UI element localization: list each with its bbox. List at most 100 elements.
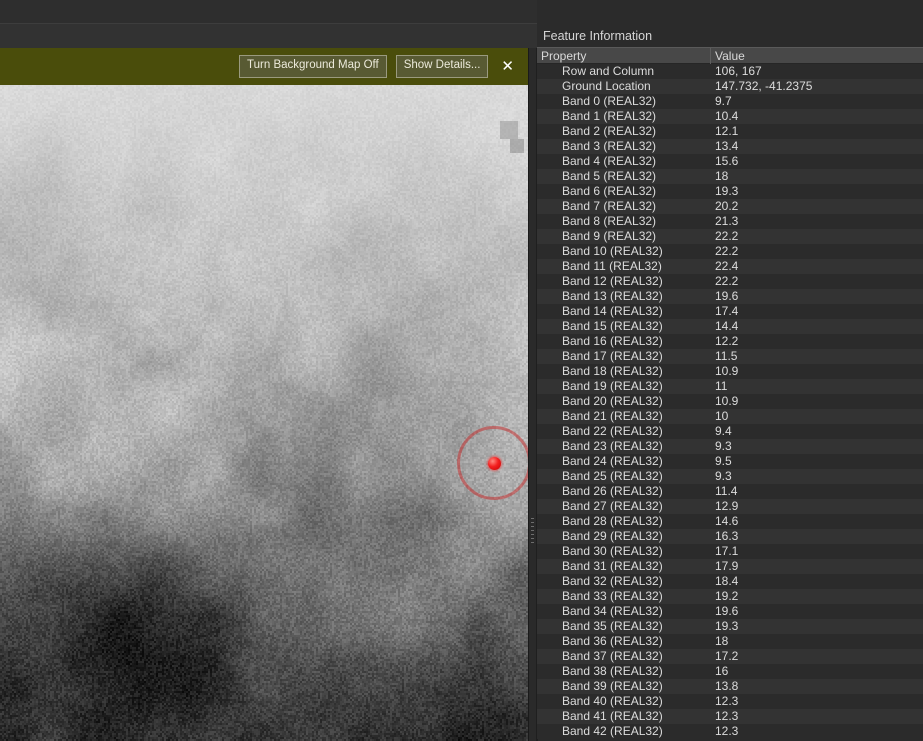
- table-row[interactable]: Band 38 (REAL32) 16: [537, 664, 923, 679]
- row-property-label: Band 38 (REAL32): [562, 664, 663, 678]
- row-value: 22.2: [715, 244, 739, 258]
- table-row[interactable]: Band 6 (REAL32) 19.3: [537, 184, 923, 199]
- column-header-property[interactable]: Property: [541, 48, 586, 65]
- viewer-toolbar: Turn Background Map Off Show Details... …: [0, 48, 528, 85]
- image-viewer[interactable]: Turn Background Map Off Show Details... …: [0, 48, 528, 741]
- row-value: 14.6: [715, 514, 739, 528]
- table-row[interactable]: Band 19 (REAL32) 11: [537, 379, 923, 394]
- table-row[interactable]: Band 13 (REAL32) 19.6: [537, 289, 923, 304]
- row-property-label: Band 26 (REAL32): [562, 484, 663, 498]
- table-row[interactable]: Band 7 (REAL32) 20.2: [537, 199, 923, 214]
- row-property-label: Band 3 (REAL32): [562, 139, 657, 153]
- row-property-label: Band 15 (REAL32): [562, 319, 663, 333]
- row-property-label: Band 24 (REAL32): [562, 454, 663, 468]
- table-row[interactable]: Band 33 (REAL32) 19.2: [537, 589, 923, 604]
- row-property-label: Band 6 (REAL32): [562, 184, 657, 198]
- row-property-label: Band 8 (REAL32): [562, 214, 657, 228]
- table-row[interactable]: Band 36 (REAL32) 18: [537, 634, 923, 649]
- table-row[interactable]: Row and Column 106, 167: [537, 64, 923, 79]
- table-row[interactable]: Band 42 (REAL32) 12.3: [537, 724, 923, 739]
- row-value: 13.4: [715, 139, 739, 153]
- row-value: 18: [715, 634, 729, 648]
- table-row[interactable]: Band 24 (REAL32) 9.5: [537, 454, 923, 469]
- raster-image-display[interactable]: [0, 85, 528, 741]
- column-header-value[interactable]: Value: [715, 48, 745, 65]
- table-row[interactable]: Band 31 (REAL32) 17.9: [537, 559, 923, 574]
- table-row[interactable]: Band 32 (REAL32) 18.4: [537, 574, 923, 589]
- table-row[interactable]: Band 39 (REAL32) 13.8: [537, 679, 923, 694]
- row-property-label: Band 35 (REAL32): [562, 619, 663, 633]
- table-row[interactable]: Band 12 (REAL32) 22.2: [537, 274, 923, 289]
- table-row[interactable]: Band 18 (REAL32) 10.9: [537, 364, 923, 379]
- close-icon[interactable]: ✕: [497, 59, 520, 74]
- table-row[interactable]: Band 34 (REAL32) 19.6: [537, 604, 923, 619]
- row-value: 9.5: [715, 454, 732, 468]
- row-property-label: Band 31 (REAL32): [562, 559, 663, 573]
- table-row[interactable]: Band 1 (REAL32) 10.4: [537, 109, 923, 124]
- row-value: 106, 167: [715, 64, 762, 78]
- row-property-label: Band 16 (REAL32): [562, 334, 663, 348]
- row-property-label: Band 14 (REAL32): [562, 304, 663, 318]
- table-row[interactable]: Band 20 (REAL32) 10.9: [537, 394, 923, 409]
- table-row[interactable]: Band 27 (REAL32) 12.9: [537, 499, 923, 514]
- row-value: 22.2: [715, 274, 739, 288]
- row-value: 10.4: [715, 109, 739, 123]
- table-row[interactable]: Band 16 (REAL32) 12.2: [537, 334, 923, 349]
- table-row[interactable]: Band 15 (REAL32) 14.4: [537, 319, 923, 334]
- feature-information-panel: Feature Information Property Value Row a…: [537, 0, 923, 741]
- row-property-label: Band 18 (REAL32): [562, 364, 663, 378]
- table-row[interactable]: Band 4 (REAL32) 15.6: [537, 154, 923, 169]
- row-value: 18.4: [715, 574, 739, 588]
- table-row[interactable]: Band 28 (REAL32) 14.6: [537, 514, 923, 529]
- row-property-label: Band 5 (REAL32): [562, 169, 657, 183]
- splitter-left-edge: [528, 48, 529, 741]
- row-value: 14.4: [715, 319, 739, 333]
- table-row[interactable]: Band 5 (REAL32) 18: [537, 169, 923, 184]
- panel-title: Feature Information: [543, 29, 653, 43]
- turn-background-map-off-button[interactable]: Turn Background Map Off: [239, 55, 387, 78]
- row-value: 12.3: [715, 709, 739, 723]
- table-row[interactable]: Band 29 (REAL32) 16.3: [537, 529, 923, 544]
- table-row[interactable]: Band 30 (REAL32) 17.1: [537, 544, 923, 559]
- show-details-button[interactable]: Show Details...: [395, 55, 489, 78]
- row-value: 12.2: [715, 334, 739, 348]
- table-row[interactable]: Band 37 (REAL32) 17.2: [537, 649, 923, 664]
- row-value: 10: [715, 409, 729, 423]
- table-row[interactable]: Ground Location 147.732, -41.2375: [537, 79, 923, 94]
- row-value: 16.3: [715, 529, 739, 543]
- table-row[interactable]: Band 35 (REAL32) 19.3: [537, 619, 923, 634]
- splitter-grip-icon[interactable]: [531, 518, 534, 546]
- property-table-body[interactable]: Row and Column 106, 167 Ground Location 147…: [537, 64, 923, 741]
- table-row[interactable]: Band 9 (REAL32) 22.2: [537, 229, 923, 244]
- row-value: 15.6: [715, 154, 739, 168]
- row-value: 21.3: [715, 214, 739, 228]
- row-value: 19.3: [715, 619, 739, 633]
- row-value: 12.9: [715, 499, 739, 513]
- row-property-label: Row and Column: [562, 64, 655, 78]
- table-row[interactable]: Band 40 (REAL32) 12.3: [537, 694, 923, 709]
- column-separator[interactable]: [710, 48, 711, 65]
- table-row[interactable]: Band 8 (REAL32) 21.3: [537, 214, 923, 229]
- table-row[interactable]: Band 26 (REAL32) 11.4: [537, 484, 923, 499]
- row-property-label: Band 25 (REAL32): [562, 469, 663, 483]
- row-value: 18: [715, 169, 729, 183]
- table-row[interactable]: Band 41 (REAL32) 12.3: [537, 709, 923, 724]
- table-row[interactable]: Band 17 (REAL32) 11.5: [537, 349, 923, 364]
- hyperspectral-terrain-image: [0, 85, 528, 741]
- row-property-label: Band 17 (REAL32): [562, 349, 663, 363]
- table-row[interactable]: Band 21 (REAL32) 10: [537, 409, 923, 424]
- table-row[interactable]: Band 25 (REAL32) 9.3: [537, 469, 923, 484]
- table-row[interactable]: Band 14 (REAL32) 17.4: [537, 304, 923, 319]
- row-property-label: Band 0 (REAL32): [562, 94, 657, 108]
- table-row[interactable]: Band 23 (REAL32) 9.3: [537, 439, 923, 454]
- row-property-label: Band 12 (REAL32): [562, 274, 663, 288]
- table-row[interactable]: Band 3 (REAL32) 13.4: [537, 139, 923, 154]
- panel-splitter[interactable]: [528, 48, 537, 741]
- table-row[interactable]: Band 0 (REAL32) 9.7: [537, 94, 923, 109]
- row-value: 19.6: [715, 289, 739, 303]
- table-row[interactable]: Band 22 (REAL32) 9.4: [537, 424, 923, 439]
- table-row[interactable]: Band 11 (REAL32) 22.4: [537, 259, 923, 274]
- table-row[interactable]: Band 2 (REAL32) 12.1: [537, 124, 923, 139]
- row-property-label: Band 4 (REAL32): [562, 154, 657, 168]
- table-row[interactable]: Band 10 (REAL32) 22.2: [537, 244, 923, 259]
